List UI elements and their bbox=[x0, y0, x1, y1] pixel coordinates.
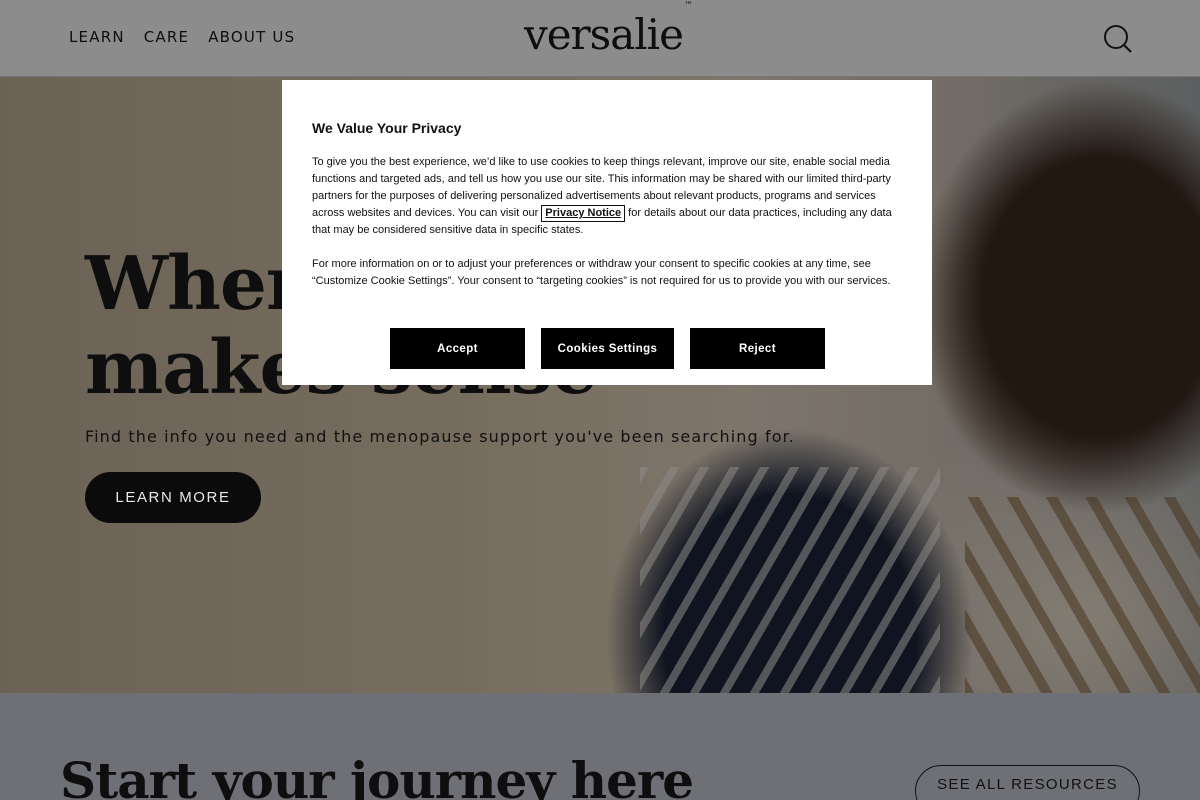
resources-title: Start your journey here bbox=[60, 751, 694, 800]
privacy-notice-link[interactable]: Privacy Notice bbox=[541, 205, 626, 222]
cookies-settings-button[interactable]: Cookies Settings bbox=[541, 328, 674, 369]
cookie-dialog-buttons: Accept Cookies Settings Reject bbox=[390, 328, 825, 369]
cookie-consent-dialog: We Value Your Privacy To give you the be… bbox=[282, 80, 932, 385]
page: LEARN CARE ABOUT US versalie™ Where make… bbox=[0, 0, 1200, 800]
cookie-dialog-text-2: For more information on or to adjust you… bbox=[312, 258, 891, 287]
see-all-resources-button[interactable]: SEE ALL RESOURCES bbox=[915, 765, 1140, 800]
hero-subtitle: Find the info you need and the menopause… bbox=[85, 427, 795, 446]
resources-section: Start your journey here SEE ALL RESOURCE… bbox=[0, 693, 1200, 800]
modal-backdrop-header bbox=[0, 0, 1200, 77]
learn-more-button[interactable]: LEARN MORE bbox=[85, 472, 261, 523]
reject-cookies-button[interactable]: Reject bbox=[690, 328, 825, 369]
accept-cookies-button[interactable]: Accept bbox=[390, 328, 525, 369]
cookie-dialog-title: We Value Your Privacy bbox=[312, 120, 462, 136]
cookie-dialog-text: To give you the best experience, we’d li… bbox=[312, 154, 902, 239]
